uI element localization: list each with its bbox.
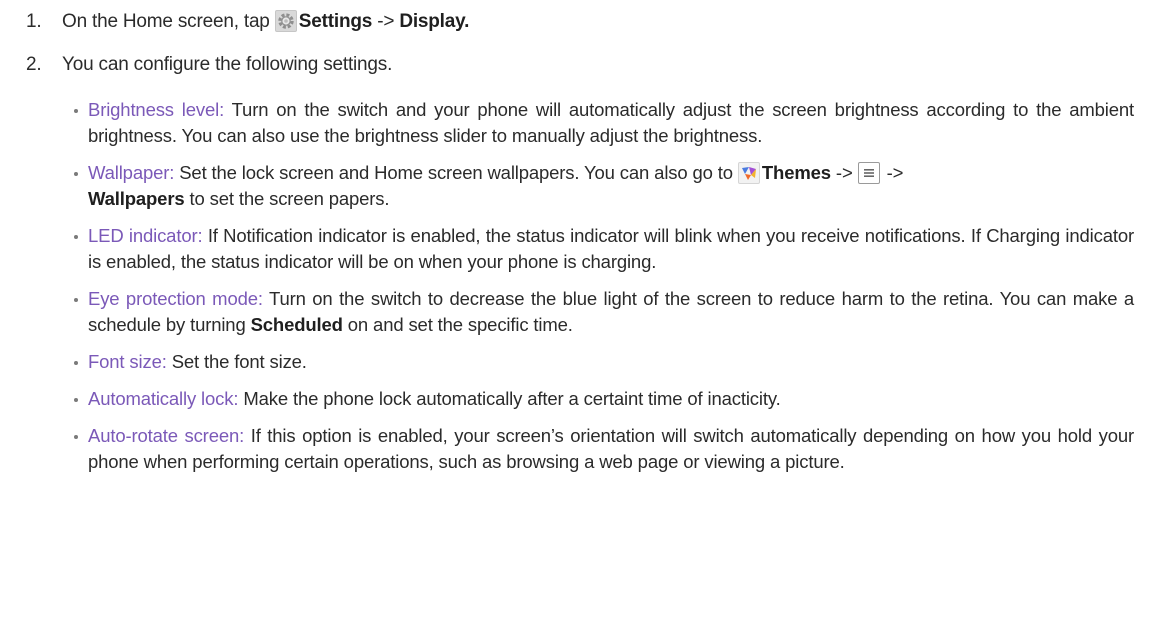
themes-label: Themes	[761, 162, 831, 183]
gear-icon	[274, 10, 297, 32]
term: Eye protection mode:	[88, 288, 263, 309]
description: Turn on the switch and your phone will a…	[88, 99, 1135, 146]
list-item-eye-protection: Eye protection mode: Turn on the switch …	[74, 286, 1134, 338]
list-item-automatically-lock: Automatically lock: Make the phone lock …	[74, 386, 1134, 412]
arrow-text: ->	[372, 11, 400, 32]
scheduled-label: Scheduled	[250, 314, 343, 335]
step-text: You can configure the following settings…	[62, 54, 393, 75]
arrow-text: ->	[881, 162, 904, 183]
description: If Notification indicator is enabled, th…	[88, 225, 1134, 272]
settings-label: Settings	[298, 11, 373, 32]
description-post: to set the screen papers.	[184, 188, 390, 209]
step-text-pre: On the Home screen, tap	[62, 11, 275, 32]
list-item-brightness: Brightness level: Turn on the switch and…	[74, 97, 1134, 149]
description: Make the phone lock automatically after …	[238, 388, 781, 409]
term: LED indicator:	[88, 225, 203, 246]
list-item-auto-rotate: Auto-rotate screen: If this option is en…	[74, 423, 1134, 475]
term: Font size:	[88, 351, 167, 372]
description-post: on and set the specific time.	[342, 314, 573, 335]
step-number: 2.	[26, 54, 42, 75]
description: If this option is enabled, your screen’s…	[88, 425, 1135, 472]
arrow-text: ->	[830, 162, 858, 183]
description-pre: Set the lock screen and Home screen wall…	[174, 162, 738, 183]
display-label: Display.	[399, 11, 470, 32]
step-number: 1.	[26, 11, 42, 32]
term: Wallpaper:	[88, 162, 175, 183]
step-text: On the Home screen, tap Settings -> Disp…	[62, 9, 469, 35]
list-item-wallpaper: Wallpaper: Set the lock screen and Home …	[74, 160, 1134, 212]
themes-icon	[737, 162, 760, 184]
wallpapers-label: Wallpapers	[88, 188, 185, 209]
term: Automatically lock:	[88, 388, 239, 409]
description: Set the font size.	[166, 351, 307, 372]
term: Brightness level:	[88, 99, 225, 120]
settings-list: Brightness level: Turn on the switch and…	[74, 97, 1134, 486]
menu-icon	[857, 162, 880, 184]
list-item-font-size: Font size: Set the font size.	[74, 349, 1134, 375]
term: Auto-rotate screen:	[88, 425, 245, 446]
help-page: 1. On the Home screen, tap Settings -> D…	[0, 0, 1158, 634]
list-item-led-indicator: LED indicator: If Notification indicator…	[74, 223, 1134, 275]
